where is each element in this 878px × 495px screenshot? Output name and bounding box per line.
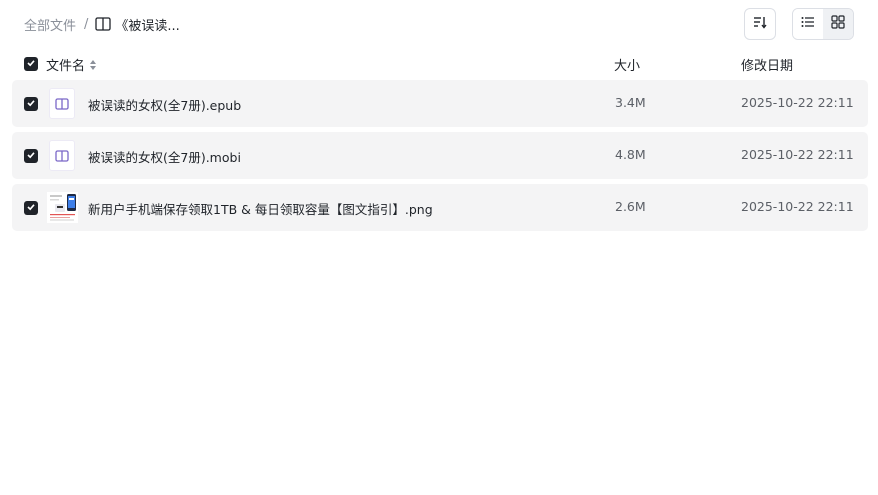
file-checkbox[interactable]: [24, 201, 38, 215]
file-row[interactable]: 被误读的女权(全7册).mobi 4.8M 2025-10-22 22:11: [12, 132, 868, 179]
grid-view-icon: [831, 15, 845, 33]
image-thumbnail: [47, 192, 78, 223]
list-view-button[interactable]: [793, 9, 823, 39]
check-icon: [26, 57, 36, 72]
check-icon: [26, 149, 36, 164]
file-modified-date: 2025-10-22 22:11: [741, 95, 854, 110]
file-modified-date: 2025-10-22 22:11: [741, 147, 854, 162]
column-header: 文件名 大小 修改日期: [12, 52, 868, 76]
file-size: 4.8M: [615, 147, 646, 162]
check-icon: [26, 97, 36, 112]
breadcrumb-root-link[interactable]: 全部文件: [24, 15, 76, 34]
ebook-icon: [49, 140, 75, 171]
list-view-icon: [801, 16, 815, 32]
column-size-header[interactable]: 大小: [614, 55, 640, 74]
book-icon: [95, 17, 112, 31]
check-icon: [26, 201, 36, 216]
breadcrumb: 全部文件 / 《被误读...: [24, 14, 180, 34]
toolbar-header: 全部文件 / 《被误读...: [0, 0, 878, 48]
file-size: 2.6M: [615, 199, 646, 214]
file-name[interactable]: 被误读的女权(全7册).mobi: [88, 147, 241, 166]
column-name-header[interactable]: 文件名: [46, 55, 97, 74]
file-checkbox[interactable]: [24, 149, 38, 163]
column-name-label: 文件名: [46, 59, 86, 74]
grid-view-button[interactable]: [823, 9, 853, 39]
file-name[interactable]: 新用户手机端保存领取1TB & 每日领取容量【图文指引】.png: [88, 199, 433, 218]
file-name[interactable]: 被误读的女权(全7册).epub: [88, 95, 241, 114]
sort-button[interactable]: [744, 8, 776, 40]
file-size: 3.4M: [615, 95, 646, 110]
sort-arrows-icon: [89, 59, 97, 71]
breadcrumb-current: 《被误读...: [115, 18, 180, 34]
select-all-checkbox[interactable]: [24, 57, 38, 71]
sort-icon: [752, 15, 768, 33]
file-modified-date: 2025-10-22 22:11: [741, 199, 854, 214]
view-toggle: [792, 8, 854, 40]
column-modified-header[interactable]: 修改日期: [741, 55, 793, 74]
breadcrumb-separator: /: [84, 16, 89, 32]
file-checkbox[interactable]: [24, 97, 38, 111]
file-row[interactable]: 被误读的女权(全7册).epub 3.4M 2025-10-22 22:11: [12, 80, 868, 127]
ebook-icon: [49, 88, 75, 119]
file-row[interactable]: 新用户手机端保存领取1TB & 每日领取容量【图文指引】.png 2.6M 20…: [12, 184, 868, 231]
